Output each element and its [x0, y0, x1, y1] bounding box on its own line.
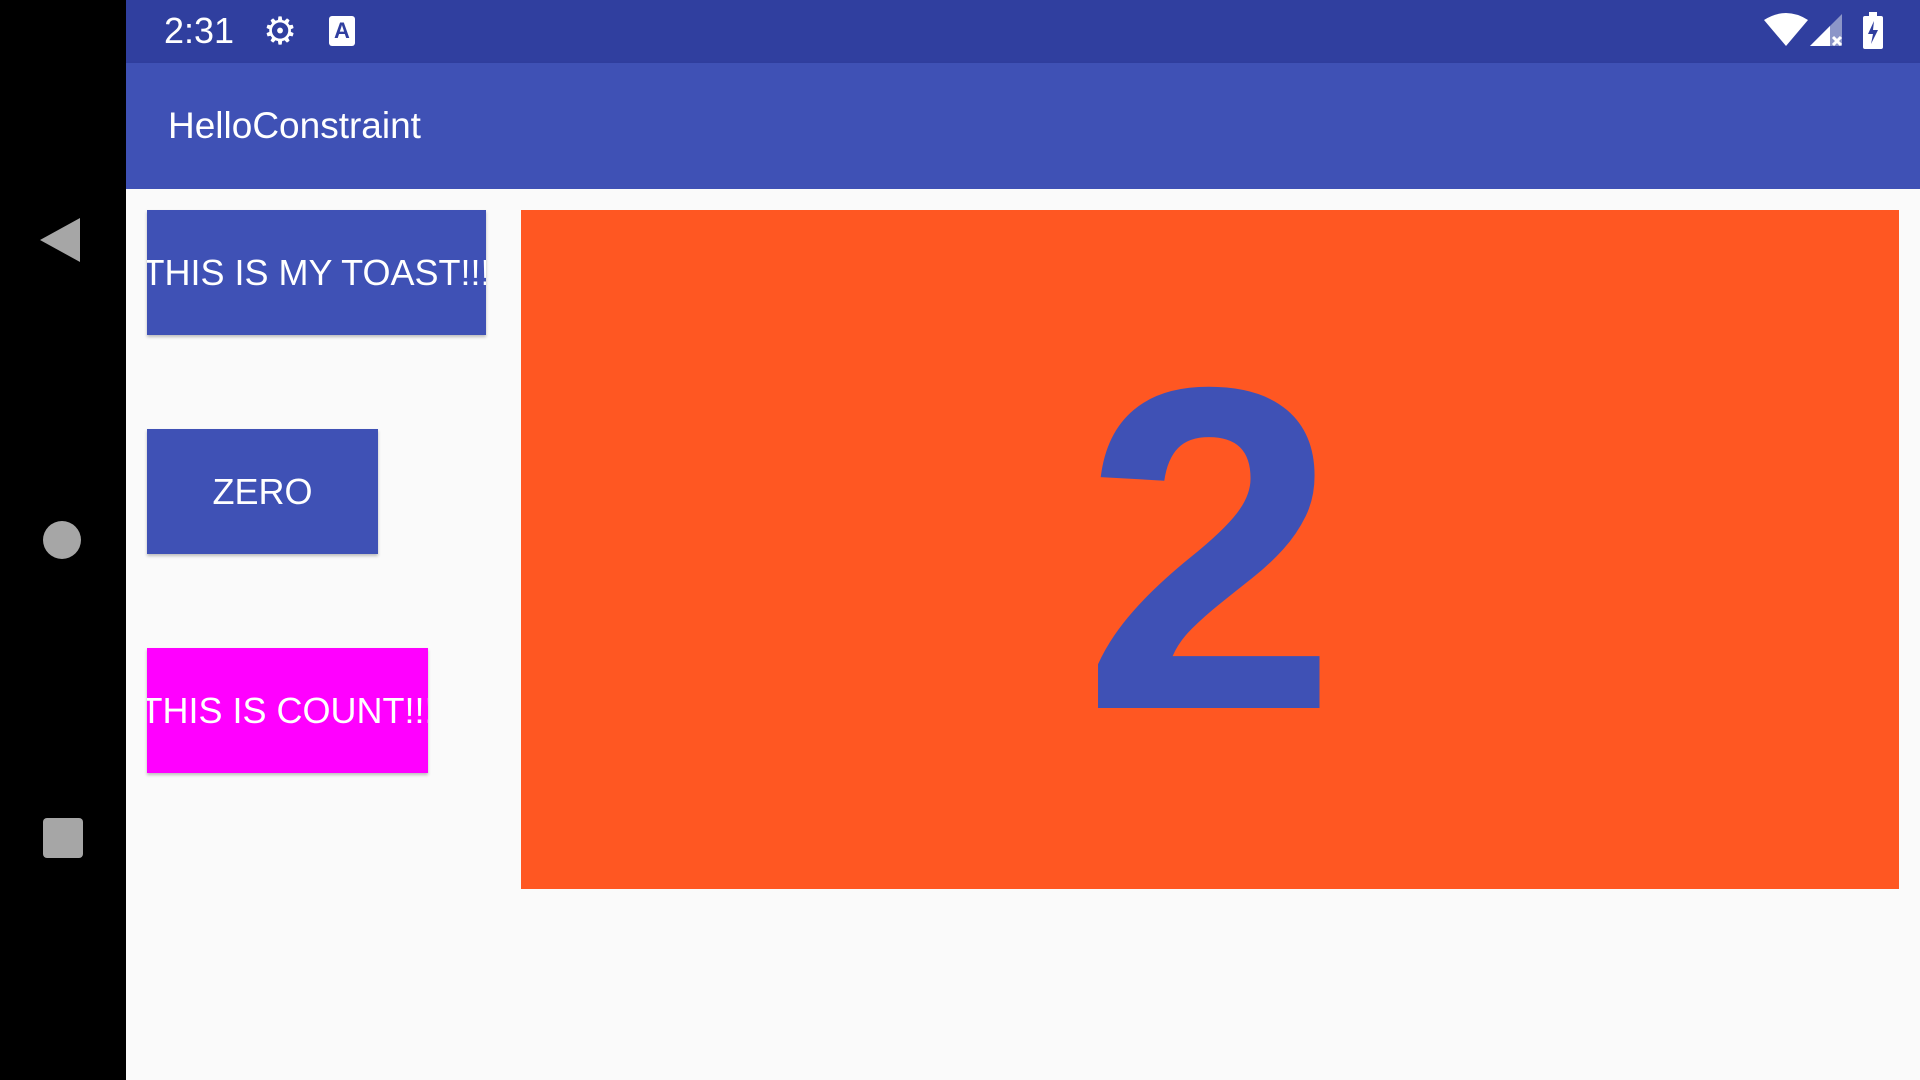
gear-icon: ⚙ — [263, 9, 298, 53]
status-time: 2:31 — [164, 10, 235, 51]
count-display: 2 — [521, 210, 1899, 889]
app-title: HelloConstraint — [168, 105, 421, 146]
back-icon[interactable] — [40, 218, 80, 262]
navigation-bar — [0, 0, 126, 1080]
status-bar: 2:31 ⚙ A — [126, 0, 1920, 63]
count-button[interactable]: THIS IS COUNT!!! — [147, 648, 428, 773]
signal-icon — [1810, 14, 1843, 47]
battery-icon — [1863, 12, 1883, 49]
zero-button[interactable]: ZERO — [147, 429, 378, 554]
a-icon: A — [329, 16, 355, 46]
recents-icon[interactable] — [43, 818, 83, 858]
wifi-icon — [1764, 13, 1808, 46]
device-screen: 2:31 ⚙ A HelloConstraint THIS IS MY TOAS… — [0, 0, 1920, 1080]
count-value: 2 — [1082, 292, 1338, 806]
app-bar: HelloConstraint — [126, 63, 1920, 189]
home-icon[interactable] — [43, 521, 81, 559]
main-content: THIS IS MY TOAST!!! ZERO THIS IS COUNT!!… — [126, 189, 1920, 1080]
toast-button[interactable]: THIS IS MY TOAST!!! — [147, 210, 486, 335]
